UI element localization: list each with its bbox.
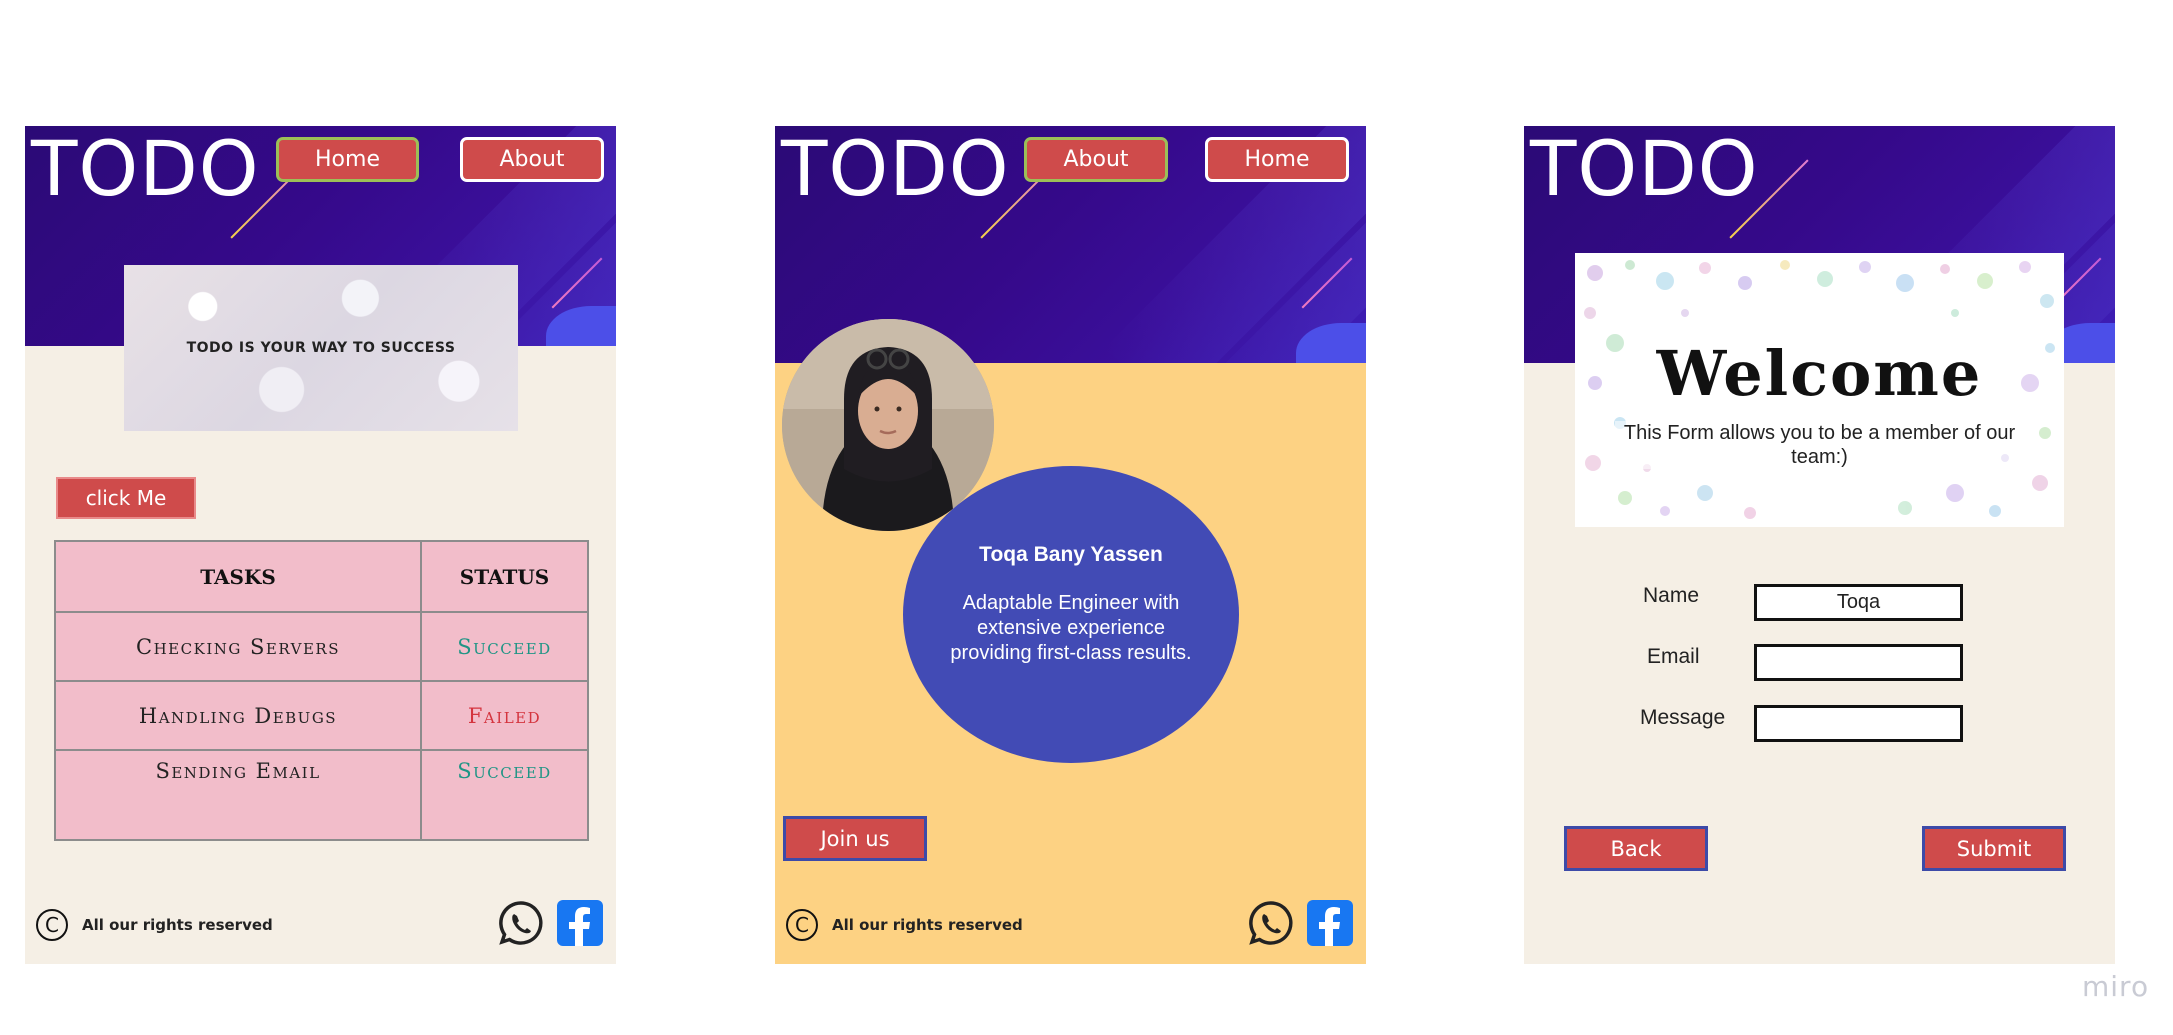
email-label: Email (1647, 645, 1700, 668)
facebook-icon[interactable] (1307, 900, 1353, 946)
copyright-icon: C (786, 909, 818, 941)
task-cell: Checking Servers (54, 611, 422, 682)
logo: TODO (781, 126, 1010, 213)
join-us-button[interactable]: Join us (783, 816, 927, 861)
table-row: Sending Email Succeed (54, 749, 589, 841)
task-cell: Handling Debugs (54, 680, 422, 751)
whatsapp-icon[interactable] (1247, 899, 1295, 947)
social-links (497, 899, 603, 947)
footer-copyright: C All our rights reserved (36, 909, 273, 941)
status-cell: Succeed (420, 611, 589, 682)
logo: TODO (1530, 126, 1759, 213)
status-cell: Failed (420, 680, 589, 751)
table-row: Handling Debugs Failed (54, 680, 589, 751)
message-label: Message (1640, 706, 1726, 729)
task-cell: Sending Email (54, 749, 422, 841)
click-me-button[interactable]: click Me (56, 477, 196, 519)
status-cell: Succeed (420, 749, 589, 841)
footer-copyright: C All our rights reserved (786, 909, 1023, 941)
copyright-icon: C (36, 909, 68, 941)
message-field[interactable] (1754, 705, 1963, 742)
rights-text: All our rights reserved (82, 916, 273, 934)
profile-description: Adaptable Engineer with extensive experi… (950, 592, 1192, 664)
tasks-table: TASKS STATUS Checking Servers Succeed Ha… (54, 540, 589, 841)
name-field[interactable] (1754, 584, 1963, 621)
nav-home-button[interactable]: Home (276, 137, 419, 182)
nav-about-button[interactable]: About (460, 137, 604, 182)
table-header-row: TASKS STATUS (54, 540, 589, 613)
home-page-mockup: TODO Home About TODO IS YOUR WAY TO SUCC… (25, 126, 616, 964)
hero-banner: TODO IS YOUR WAY TO SUCCESS (124, 265, 518, 431)
about-page-mockup: TODO About Home Toqa Bany Yassen Adaptab… (775, 126, 1366, 964)
welcome-subtitle: This Form allows you to be a member of o… (1614, 421, 2025, 469)
nav-about-button[interactable]: About (1024, 137, 1168, 182)
name-label: Name (1643, 584, 1700, 607)
facebook-icon[interactable] (557, 900, 603, 946)
column-header-tasks: TASKS (54, 540, 422, 613)
form-page-mockup: TODO Welcome This Form allows you to be … (1524, 126, 2115, 964)
column-header-status: STATUS (420, 540, 589, 613)
email-field[interactable] (1754, 644, 1963, 681)
submit-button[interactable]: Submit (1922, 826, 2066, 871)
logo: TODO (31, 126, 260, 213)
profile-bubble: Toqa Bany Yassen Adaptable Engineer with… (903, 466, 1239, 763)
whatsapp-icon[interactable] (497, 899, 545, 947)
hero-text: TODO IS YOUR WAY TO SUCCESS (186, 340, 456, 356)
social-links (1247, 899, 1353, 947)
profile-name: Toqa Bany Yassen (979, 543, 1163, 566)
back-button[interactable]: Back (1564, 826, 1708, 871)
miro-watermark: miro (2082, 970, 2150, 1003)
rights-text: All our rights reserved (832, 916, 1023, 934)
welcome-title: Welcome (1652, 343, 1987, 405)
nav-home-button[interactable]: Home (1205, 137, 1349, 182)
profile-avatar (782, 319, 994, 531)
table-row: Checking Servers Succeed (54, 611, 589, 682)
welcome-card: Welcome This Form allows you to be a mem… (1575, 253, 2064, 527)
